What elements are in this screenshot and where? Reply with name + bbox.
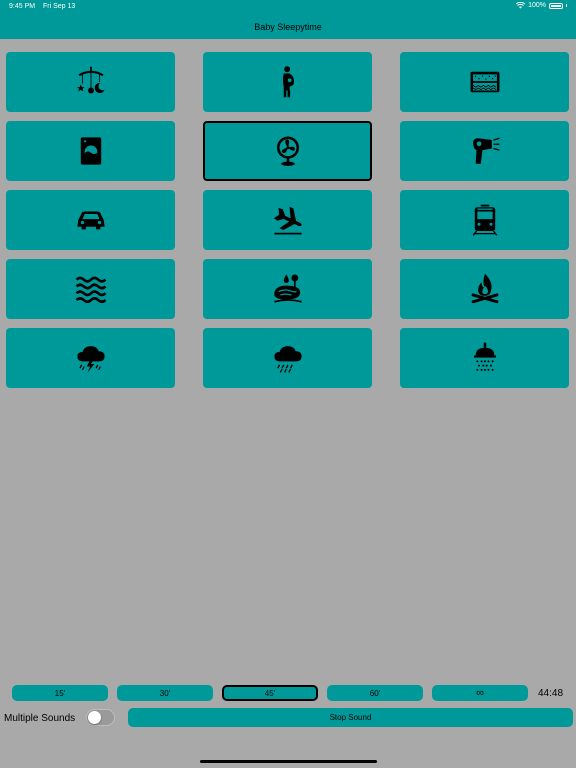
nav-bar: Baby Sleepytime [0, 14, 576, 39]
sound-baby-mobile[interactable] [6, 52, 175, 112]
timer-infinite-button[interactable]: ∞ [432, 685, 528, 701]
rain-cloud-icon [273, 346, 302, 373]
status-time: 9:45 PM [9, 3, 36, 10]
pregnant-woman-icon [282, 66, 294, 98]
sound-rain[interactable] [203, 328, 372, 388]
battery-tip [566, 4, 567, 7]
stop-sound-button[interactable]: Stop Sound [128, 708, 573, 727]
thunderstorm-icon [76, 346, 105, 373]
shower-icon [473, 342, 496, 371]
timer-60-button[interactable]: 60' [327, 685, 423, 701]
car-icon [76, 211, 105, 230]
campfire-icon [471, 273, 498, 304]
hair-dryer-icon [472, 137, 500, 164]
sound-pond-rain[interactable] [203, 259, 372, 319]
sound-train[interactable] [400, 190, 569, 250]
sound-white-noise[interactable] [400, 52, 569, 112]
home-indicator [200, 760, 377, 763]
sound-hair-dryer[interactable] [400, 121, 569, 181]
remaining-time: 44:48 [538, 688, 564, 699]
sound-pregnant-woman[interactable] [203, 52, 372, 112]
status-bar: 9:45 PM Fri Sep 13 100% [0, 0, 576, 14]
timer-15-button[interactable]: 15' [12, 685, 108, 701]
pond-rain-icon [273, 274, 302, 303]
ocean-waves-icon [75, 276, 106, 304]
fan-icon [276, 136, 299, 166]
timer-30-button[interactable]: 30' [117, 685, 213, 701]
sound-shower[interactable] [400, 328, 569, 388]
wifi-icon [516, 2, 526, 9]
baby-mobile-icon [76, 66, 105, 94]
sound-washing-machine[interactable] [6, 121, 175, 181]
white-noise-icon [470, 71, 499, 93]
multiple-sounds-label: Multiple Sounds [4, 713, 76, 724]
sound-ocean-waves[interactable] [6, 259, 175, 319]
airplane-icon [273, 206, 302, 235]
sound-fan[interactable] [203, 121, 372, 181]
battery-icon [549, 2, 563, 9]
sound-airplane[interactable] [203, 190, 372, 250]
battery-percent: 100% [528, 2, 546, 9]
washing-machine-icon [80, 137, 101, 165]
status-right: 100% [516, 2, 567, 9]
sound-thunderstorm[interactable] [6, 328, 175, 388]
multiple-sounds-toggle[interactable] [86, 709, 115, 726]
timer-45-button[interactable]: 45' [222, 685, 318, 701]
page-title: Baby Sleepytime [254, 21, 322, 32]
status-date: Fri Sep 13 [43, 3, 76, 10]
sound-campfire[interactable] [400, 259, 569, 319]
sound-car[interactable] [6, 190, 175, 250]
train-icon [472, 204, 497, 236]
toggle-knob [88, 711, 101, 724]
